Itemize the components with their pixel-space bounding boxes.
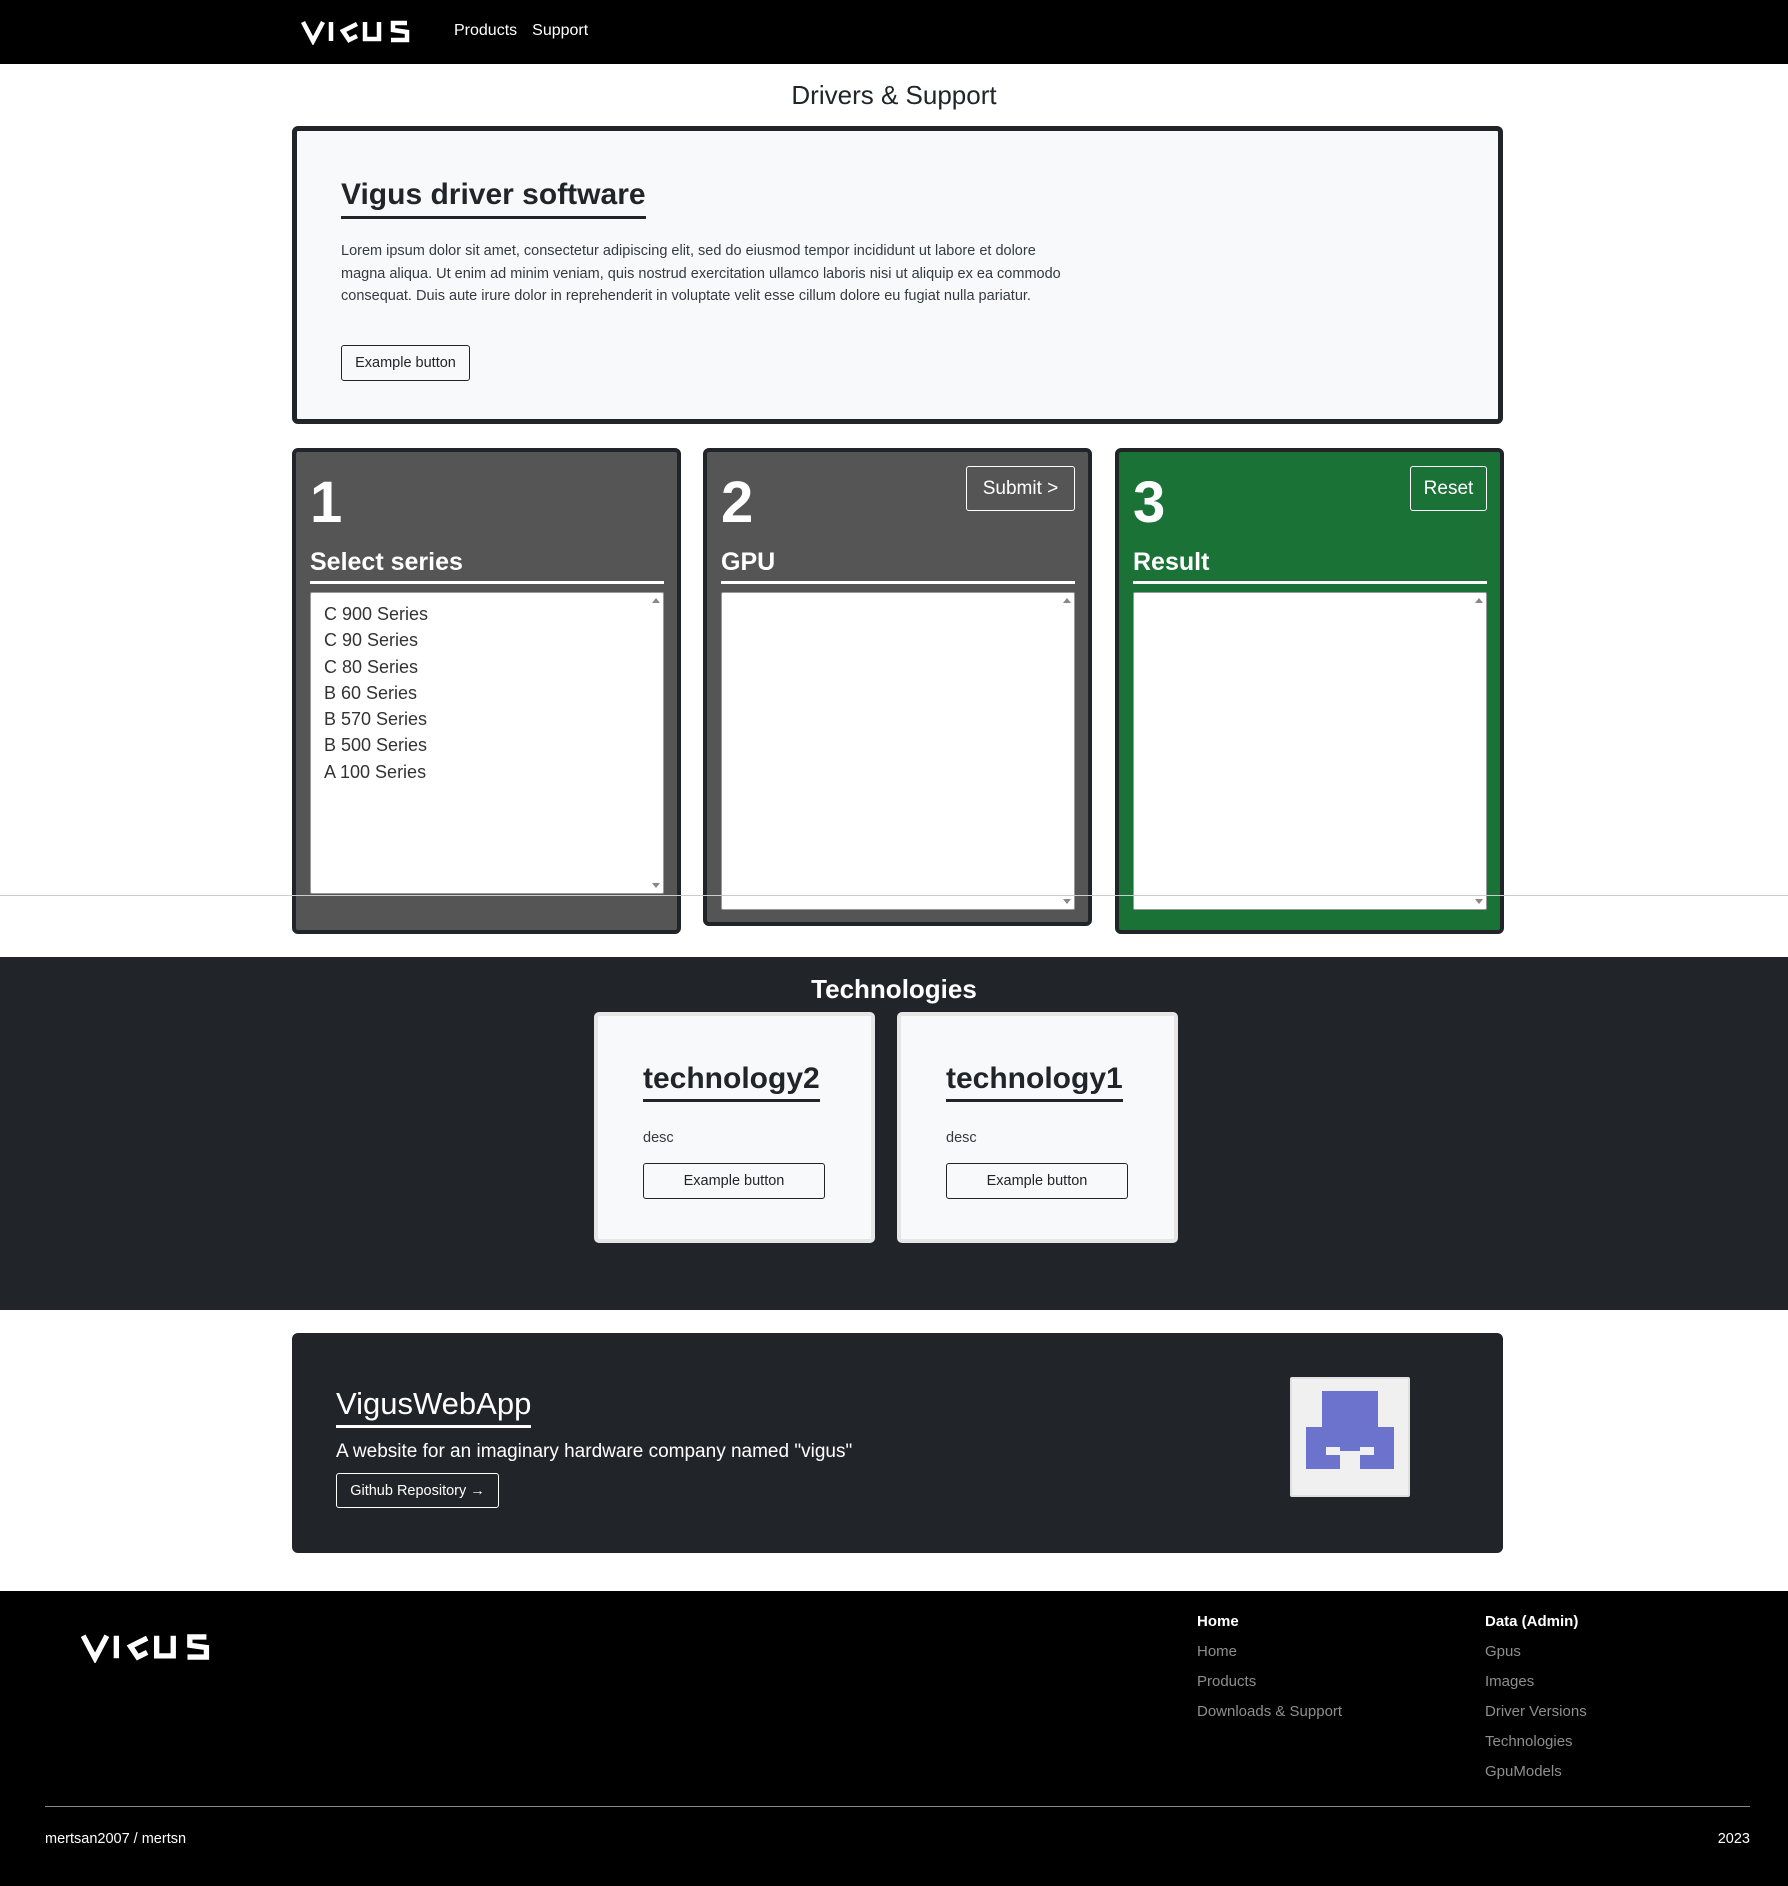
scroll-down-icon[interactable] <box>1475 899 1483 904</box>
vigus-footer-logo[interactable] <box>62 1631 243 1663</box>
hero-card: Vigus driver software Lorem ipsum dolor … <box>292 126 1503 424</box>
footer-year: 2023 <box>1717 1831 1750 1847</box>
step-number: 3 <box>1133 470 1166 535</box>
vigus-logo[interactable] <box>301 18 422 45</box>
technology-name: technology2 <box>643 1062 820 1102</box>
technology-card: technology2 desc Example button <box>594 1012 875 1243</box>
hero-example-button[interactable]: Example button <box>341 345 470 381</box>
gpu-listbox[interactable] <box>721 592 1075 910</box>
footer-link-gpumodels[interactable]: GpuModels <box>1485 1757 1587 1787</box>
identicon-icon <box>1306 1391 1394 1469</box>
technology-example-button[interactable]: Example button <box>946 1163 1128 1199</box>
hero-title: Vigus driver software <box>341 178 646 219</box>
series-option[interactable]: B 60 Series <box>324 680 663 706</box>
series-option[interactable]: B 570 Series <box>324 706 663 732</box>
footer-user: mertsan2007 / mertsn <box>45 1831 187 1847</box>
scroll-down-icon[interactable] <box>1063 899 1071 904</box>
series-option[interactable]: B 500 Series <box>324 732 663 758</box>
footer-column-data-admin: Data (Admin) Gpus Images Driver Versions… <box>1485 1613 1587 1787</box>
scroll-down-icon[interactable] <box>652 883 660 888</box>
divider <box>0 895 1788 896</box>
nav-link-products[interactable]: Products <box>454 22 517 40</box>
scroll-up-icon[interactable] <box>1475 598 1483 603</box>
hero-text: Lorem ipsum dolor sit amet, consectetur … <box>341 243 1061 304</box>
series-option[interactable]: C 90 Series <box>324 627 663 653</box>
technology-desc: desc <box>643 1130 674 1146</box>
page-title: Drivers & Support <box>791 80 997 110</box>
step-card-gpu: 2 Submit > GPU <box>703 448 1092 926</box>
step-label: Select series <box>310 548 664 584</box>
footer-link-downloads-support[interactable]: Downloads & Support <box>1197 1697 1342 1727</box>
project-avatar <box>1290 1377 1410 1497</box>
project-panel: VigusWebApp A website for an imaginary h… <box>292 1333 1503 1553</box>
technology-card: technology1 desc Example button <box>897 1012 1178 1243</box>
step-number: 1 <box>310 470 343 535</box>
step-card-result: 3 Reset Result <box>1115 448 1504 934</box>
technology-name: technology1 <box>946 1062 1123 1102</box>
footer-column-title: Data (Admin) <box>1485 1613 1579 1630</box>
technology-example-button[interactable]: Example button <box>643 1163 825 1199</box>
technologies-section: Technologies technology2 desc Example bu… <box>0 957 1788 1310</box>
github-repository-button[interactable]: Github Repository → <box>336 1473 499 1508</box>
nav-links: Products Support <box>454 22 588 40</box>
project-title: VigusWebApp <box>336 1386 532 1428</box>
result-listbox[interactable] <box>1133 592 1487 910</box>
nav-link-support[interactable]: Support <box>532 22 588 40</box>
footer-link-technologies[interactable]: Technologies <box>1485 1727 1587 1757</box>
step-label: GPU <box>721 548 1075 584</box>
step-label: Result <box>1133 548 1487 584</box>
reset-button[interactable]: Reset <box>1410 466 1487 511</box>
series-option[interactable]: C 900 Series <box>324 601 663 627</box>
series-option[interactable]: C 80 Series <box>324 654 663 680</box>
footer-column-title: Home <box>1197 1613 1239 1630</box>
scroll-up-icon[interactable] <box>1063 598 1071 603</box>
step-number: 2 <box>721 470 754 535</box>
footer-link-driver-versions[interactable]: Driver Versions <box>1485 1697 1587 1727</box>
series-listbox[interactable]: C 900 Series C 90 Series C 80 Series B 6… <box>310 592 664 894</box>
footer-link-home[interactable]: Home <box>1197 1637 1342 1667</box>
footer-column-home: Home Home Products Downloads & Support <box>1197 1613 1342 1727</box>
footer-link-gpus[interactable]: Gpus <box>1485 1637 1587 1667</box>
navbar: Products Support <box>0 0 1788 64</box>
footer: Home Home Products Downloads & Support D… <box>0 1591 1788 1886</box>
footer-divider <box>45 1806 1750 1807</box>
project-subtitle: A website for an imaginary hardware comp… <box>336 1441 853 1462</box>
footer-link-images[interactable]: Images <box>1485 1667 1587 1697</box>
footer-link-products[interactable]: Products <box>1197 1667 1342 1697</box>
submit-button[interactable]: Submit > <box>966 466 1075 511</box>
scroll-up-icon[interactable] <box>652 598 660 603</box>
technology-desc: desc <box>946 1130 977 1146</box>
step-card-select-series: 1 Select series C 900 Series C 90 Series… <box>292 448 681 934</box>
technologies-title: Technologies <box>811 974 977 1004</box>
series-option[interactable]: A 100 Series <box>324 759 663 785</box>
